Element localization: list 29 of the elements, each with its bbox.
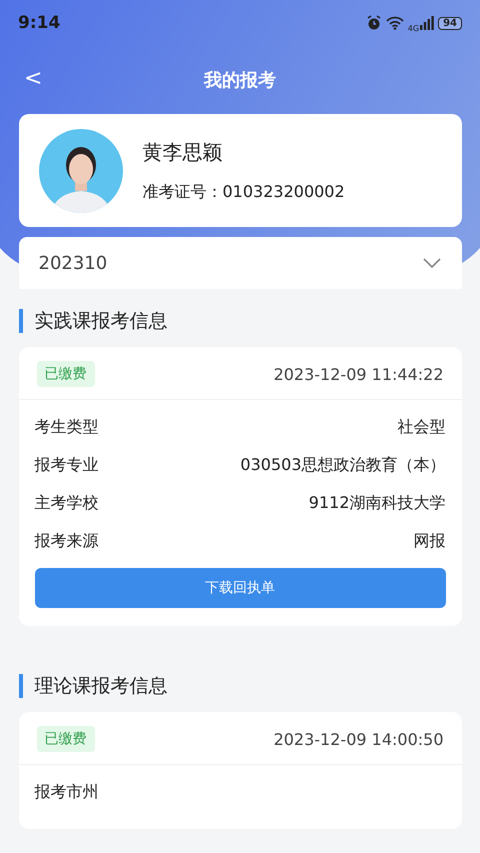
ticket-number: 010323200002 [222, 182, 345, 202]
period-dropdown[interactable]: 202310 [18, 237, 462, 289]
wifi-icon [386, 16, 404, 30]
field-label: 报考市州 [34, 782, 98, 802]
download-button[interactable]: 下载回执单 [34, 568, 446, 608]
field-value: 030503思想政治教育（本） [240, 454, 446, 476]
field-label: 考生类型 [34, 416, 98, 438]
field-value: 网报 [414, 530, 446, 552]
ticket-label: 准考证号： [142, 182, 222, 202]
signal-icon [420, 16, 434, 30]
page-title: 我的报考 [204, 69, 276, 92]
status-tag: 已缴费 [36, 726, 94, 752]
status-tag: 已缴费 [36, 361, 94, 387]
timestamp: 2023-12-09 11:44:22 [274, 364, 444, 384]
chevron-down-icon [422, 257, 442, 269]
field-label: 报考来源 [34, 530, 98, 552]
battery-indicator: 94 [438, 16, 462, 30]
alarm-icon [366, 15, 382, 31]
timestamp: 2023-12-09 14:00:50 [274, 730, 444, 748]
network-label: 4G [408, 24, 420, 32]
student-name: 黄李思颖 [142, 138, 224, 166]
section-title: 实践课报考信息 [18, 309, 462, 333]
section-title: 理论课报考信息 [18, 674, 462, 698]
field-label: 报考专业 [34, 454, 98, 476]
field-value: 社会型 [398, 416, 446, 438]
clock-time: 9:14 [18, 13, 60, 33]
field-value: 9112湖南科技大学 [308, 492, 446, 514]
field-label: 主考学校 [34, 492, 98, 514]
back-button[interactable]: < [18, 66, 48, 91]
